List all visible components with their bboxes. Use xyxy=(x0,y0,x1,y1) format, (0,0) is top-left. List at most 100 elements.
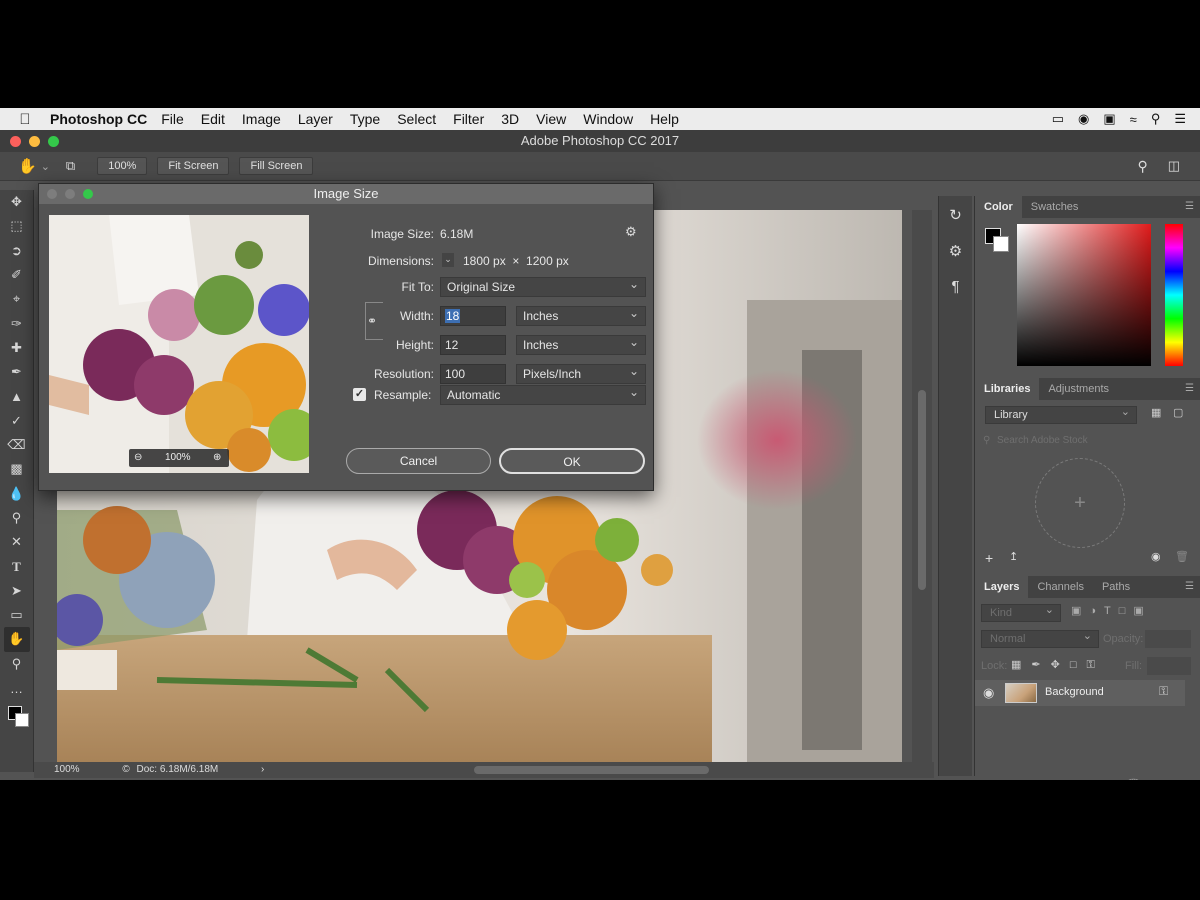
rectangle-tool-icon[interactable]: ▭ xyxy=(4,603,30,627)
crop-tool-icon[interactable]: ⌖ xyxy=(4,287,30,311)
pen-tool-icon[interactable]: ✕ xyxy=(4,530,30,554)
more-tools-icon[interactable]: … xyxy=(4,676,30,700)
add-mask-icon[interactable]: ▣ xyxy=(1048,779,1069,780)
resample-select[interactable]: Automatic xyxy=(440,383,646,405)
layer-row-background[interactable]: ◉ Background ⚿ xyxy=(975,680,1185,706)
color-field[interactable] xyxy=(1017,224,1151,366)
tab-libraries[interactable]: Libraries xyxy=(975,378,1040,400)
bg-color-swatch[interactable] xyxy=(993,236,1009,252)
menu-window[interactable]: Window xyxy=(583,111,633,127)
tab-channels[interactable]: Channels xyxy=(1028,576,1092,598)
group-icon[interactable]: ▧ xyxy=(1087,779,1108,780)
trash-icon[interactable]: 🗑 xyxy=(1175,550,1189,563)
gear-icon[interactable]: ⚙ xyxy=(625,224,637,240)
minimize-window-button[interactable] xyxy=(29,136,40,147)
display-icon[interactable]: ▭ xyxy=(1052,111,1064,127)
hue-slider[interactable] xyxy=(1165,224,1183,366)
fill-screen-button[interactable]: Fill Screen xyxy=(239,157,314,175)
menu-view[interactable]: View xyxy=(536,111,566,127)
resolution-input[interactable]: 100 xyxy=(440,364,506,384)
quick-select-tool-icon[interactable]: ✐ xyxy=(4,263,30,287)
tab-swatches[interactable]: Swatches xyxy=(1022,196,1088,218)
zoom-window-button[interactable] xyxy=(48,136,59,147)
fit-screen-button[interactable]: Fit Screen xyxy=(157,157,230,175)
apple-icon[interactable]:  xyxy=(0,111,50,128)
wifi-icon[interactable]: ≈ xyxy=(1130,112,1137,127)
eyedropper-tool-icon[interactable]: ✑ xyxy=(4,311,30,335)
history-panel-icon[interactable]: ↻ xyxy=(939,206,972,224)
close-window-button[interactable] xyxy=(10,136,21,147)
menu-3d[interactable]: 3D xyxy=(501,111,519,127)
height-input[interactable]: 12 xyxy=(440,335,506,355)
add-content-circle[interactable]: + xyxy=(1035,458,1125,548)
hand-tool-icon[interactable]: ✋ xyxy=(3,627,30,652)
lock-icons[interactable]: ▦✒✥□⚿ xyxy=(1011,658,1105,672)
notification-center-icon[interactable]: ☰ xyxy=(1174,111,1186,127)
gradient-tool-icon[interactable]: ▩ xyxy=(4,457,30,481)
upload-icon[interactable]: ↥ xyxy=(1009,550,1018,563)
dodge-tool-icon[interactable]: ⚲ xyxy=(4,506,30,530)
healing-brush-tool-icon[interactable]: ✚ xyxy=(4,336,30,360)
height-unit-select[interactable]: Inches xyxy=(516,333,646,355)
history-brush-tool-icon[interactable]: ✓ xyxy=(4,409,30,433)
blend-mode-select[interactable]: Normal xyxy=(981,628,1099,648)
clone-stamp-tool-icon[interactable]: ▲ xyxy=(4,384,30,408)
tab-color[interactable]: Color xyxy=(975,196,1022,218)
dialog-zoom-button[interactable] xyxy=(83,189,93,199)
image-preview[interactable]: ⊖ 100% ⊕ xyxy=(49,215,309,473)
blur-tool-icon[interactable]: 💧 xyxy=(4,482,30,506)
resample-checkbox[interactable]: ✓ xyxy=(353,388,366,401)
list-view-icon[interactable]: ▢ xyxy=(1173,406,1183,419)
chevron-down-icon[interactable]: ⌄ xyxy=(41,160,50,173)
width-input[interactable]: 18 xyxy=(440,306,506,326)
spotlight-search-icon[interactable]: ⚲ xyxy=(1151,111,1161,127)
zoom-in-icon[interactable]: ⊕ xyxy=(213,449,221,467)
new-layer-icon[interactable]: □ xyxy=(1109,779,1127,780)
menu-image[interactable]: Image xyxy=(242,111,281,127)
menu-select[interactable]: Select xyxy=(397,111,436,127)
status-zoom[interactable]: 100% xyxy=(54,764,80,775)
visibility-eye-icon[interactable]: ◉ xyxy=(983,685,994,701)
width-unit-select[interactable]: Inches xyxy=(516,304,646,326)
tab-paths[interactable]: Paths xyxy=(1093,576,1139,598)
path-selection-tool-icon[interactable]: ➤ xyxy=(4,579,30,603)
fx-icon[interactable]: ƒ xyxy=(1031,779,1048,780)
status-menu-arrow-icon[interactable]: › xyxy=(261,764,264,775)
fill-field[interactable] xyxy=(1147,657,1191,675)
zoom-tool-icon[interactable]: ⚲ xyxy=(4,652,30,676)
app-menu[interactable]: Photoshop CC xyxy=(50,111,147,127)
type-tool-icon[interactable]: T xyxy=(4,554,30,578)
hand-tool-preset-icon[interactable]: ✋ xyxy=(18,157,37,175)
panel-menu-icon[interactable]: ☰ xyxy=(1185,576,1194,598)
vertical-scrollbar[interactable] xyxy=(912,210,932,762)
layer-kind-filter[interactable]: Kind xyxy=(981,602,1061,622)
vertical-scroll-thumb[interactable] xyxy=(918,390,926,590)
dimensions-unit-toggle[interactable]: ⌄ xyxy=(442,253,454,267)
camera-icon[interactable]: ▣ xyxy=(1103,111,1115,127)
ok-button[interactable]: OK xyxy=(499,448,645,474)
properties-panel-icon[interactable]: ⚙ xyxy=(939,242,972,260)
menu-help[interactable]: Help xyxy=(650,111,679,127)
grid-view-icon[interactable]: ▦ xyxy=(1151,406,1161,419)
add-icon[interactable]: + xyxy=(985,550,993,566)
horizontal-scroll-thumb[interactable] xyxy=(474,766,709,774)
tab-adjustments[interactable]: Adjustments xyxy=(1039,378,1118,400)
menu-type[interactable]: Type xyxy=(350,111,380,127)
dialog-close-button[interactable] xyxy=(47,189,57,199)
adjustment-layer-icon[interactable]: ◑ xyxy=(1070,779,1088,780)
opacity-field[interactable] xyxy=(1145,630,1191,648)
eraser-tool-icon[interactable]: ⌫ xyxy=(4,433,30,457)
search-icon[interactable]: ⚲ xyxy=(1137,158,1147,175)
menu-filter[interactable]: Filter xyxy=(453,111,484,127)
lasso-tool-icon[interactable]: ➲ xyxy=(4,239,30,263)
menu-layer[interactable]: Layer xyxy=(298,111,333,127)
panel-menu-icon[interactable]: ☰ xyxy=(1185,196,1194,218)
library-search-input[interactable]: ⚲ Search Adobe Stock xyxy=(981,432,1195,450)
zoom-100-button[interactable]: 100% xyxy=(97,157,148,175)
paragraph-panel-icon[interactable]: ¶ xyxy=(939,278,972,295)
sync-icon[interactable]: ◉ xyxy=(1151,550,1161,563)
zoom-out-icon[interactable]: ⊖ xyxy=(134,449,142,467)
brush-tool-icon[interactable]: ✒ xyxy=(4,360,30,384)
link-layers-icon[interactable]: ⚭ xyxy=(1011,779,1031,780)
panel-menu-icon[interactable]: ☰ xyxy=(1185,378,1194,400)
